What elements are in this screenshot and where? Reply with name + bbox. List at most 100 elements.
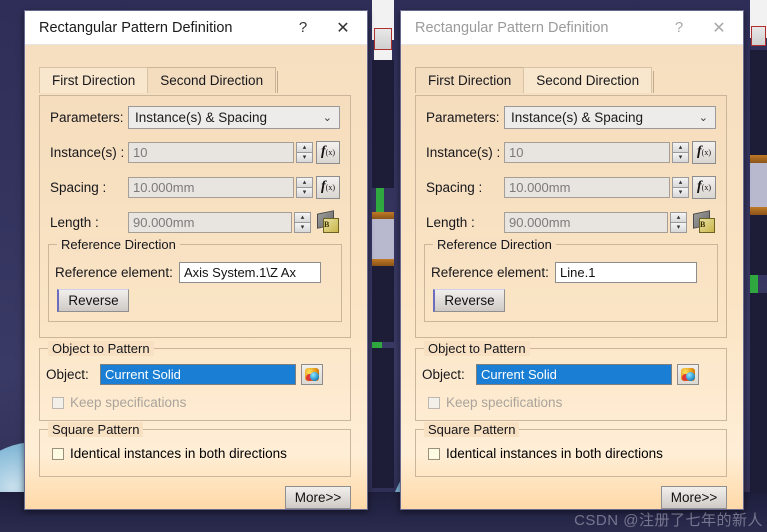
spacing-row-left: Spacing : 10.000mm ▴ ▾ f(x)	[50, 174, 340, 200]
tab-first-direction-right[interactable]: First Direction	[415, 67, 524, 93]
stepper-down-icon[interactable]: ▾	[296, 152, 313, 163]
parameters-select-left[interactable]: Instance(s) & Spacing ⌄	[128, 106, 340, 129]
stepper-up-icon[interactable]: ▴	[670, 212, 687, 222]
cad-model-strip-center	[372, 0, 394, 532]
checkbox-box-icon	[52, 448, 64, 460]
fx-sub-label: (x)	[702, 148, 711, 157]
length-input-left[interactable]: 90.000mm	[128, 212, 292, 233]
object-to-pattern-group-right: Object to Pattern Object: Current Solid …	[415, 348, 727, 421]
rectangular-pattern-dialog-first-direction[interactable]: Rectangular Pattern Definition ? ✕ First…	[24, 10, 368, 510]
stepper-down-icon[interactable]: ▾	[670, 222, 687, 233]
instances-input-right[interactable]: 10	[504, 142, 670, 163]
reference-element-input-right[interactable]: Line.1	[555, 262, 697, 283]
length-solid-icon-button-right[interactable]: B	[690, 210, 716, 234]
reference-element-row-left: Reference element: Axis System.1\Z Ax	[55, 259, 333, 285]
parameters-row-left: Parameters: Instance(s) & Spacing ⌄	[50, 104, 340, 130]
spacing-stepper-right[interactable]: ▴ ▾	[672, 177, 689, 198]
stepper-down-icon[interactable]: ▾	[296, 187, 313, 198]
stepper-up-icon[interactable]: ▴	[296, 142, 313, 152]
dialog-body-right: First Direction Second Direction Paramet…	[401, 45, 743, 509]
instances-label-right: Instance(s) :	[426, 145, 504, 160]
spacing-formula-button-left[interactable]: f(x)	[316, 176, 340, 199]
length-stepper-right[interactable]: ▴ ▾	[670, 212, 687, 233]
instances-stepper-right[interactable]: ▴ ▾	[672, 142, 689, 163]
fx-sub-label: (x)	[326, 148, 335, 157]
tab-trailing-divider-left	[277, 71, 280, 93]
instances-row-left: Instance(s) : 10 ▴ ▾ f(x)	[50, 139, 340, 165]
keep-specifications-checkbox-right[interactable]: Keep specifications	[428, 395, 562, 410]
reference-direction-group-right: Reference Direction Reference element: L…	[424, 244, 718, 322]
length-row-right: Length : 90.000mm ▴ ▾ B	[426, 209, 716, 235]
chevron-down-icon: ⌄	[323, 111, 332, 124]
object-icon-globe	[686, 372, 695, 381]
fx-sub-label: (x)	[702, 183, 711, 192]
tab-page-right: Parameters: Instance(s) & Spacing ⌄ Inst…	[415, 95, 727, 338]
dialog-titlebar-right[interactable]: Rectangular Pattern Definition ? ✕	[401, 11, 743, 45]
dialog-title-right: Rectangular Pattern Definition	[415, 20, 659, 36]
stepper-up-icon[interactable]: ▴	[294, 212, 311, 222]
instances-input-left[interactable]: 10	[128, 142, 294, 163]
parameters-select-value-left: Instance(s) & Spacing	[135, 110, 267, 125]
tab-first-direction-left[interactable]: First Direction	[39, 67, 148, 93]
parameters-select-right[interactable]: Instance(s) & Spacing ⌄	[504, 106, 716, 129]
reference-element-label-right: Reference element:	[431, 265, 555, 280]
stepper-up-icon[interactable]: ▴	[296, 177, 313, 187]
reverse-button-right[interactable]: Reverse	[433, 289, 505, 312]
tab-page-left: Parameters: Instance(s) & Spacing ⌄ Inst…	[39, 95, 351, 338]
direction-tabs-left: First Direction Second Direction	[39, 67, 280, 93]
help-icon[interactable]: ?	[659, 13, 699, 43]
stepper-up-icon[interactable]: ▴	[672, 142, 689, 152]
dialog-titlebar-left[interactable]: Rectangular Pattern Definition ? ✕	[25, 11, 367, 45]
identical-instances-checkbox-right[interactable]: Identical instances in both directions	[428, 446, 663, 461]
object-picker-button-right[interactable]	[677, 364, 699, 385]
object-to-pattern-group-left: Object to Pattern Object: Current Solid …	[39, 348, 351, 421]
reverse-button-left[interactable]: Reverse	[57, 289, 129, 312]
length-stepper-left[interactable]: ▴ ▾	[294, 212, 311, 233]
close-icon[interactable]: ✕	[699, 13, 739, 43]
stepper-down-icon[interactable]: ▾	[294, 222, 311, 233]
object-to-pattern-legend-left: Object to Pattern	[48, 341, 154, 356]
checkbox-box-icon	[52, 397, 64, 409]
checkbox-box-icon	[428, 397, 440, 409]
spacing-stepper-left[interactable]: ▴ ▾	[296, 177, 313, 198]
square-pattern-group-right: Square Pattern Identical instances in bo…	[415, 429, 727, 477]
keep-specifications-label-right: Keep specifications	[446, 395, 562, 410]
spacing-label-right: Spacing :	[426, 180, 504, 195]
length-input-right[interactable]: 90.000mm	[504, 212, 668, 233]
more-button-right[interactable]: More>>	[661, 486, 727, 509]
tab-trailing-divider-right	[653, 71, 656, 93]
reference-direction-group-left: Reference Direction Reference element: A…	[48, 244, 342, 322]
instances-formula-button-right[interactable]: f(x)	[692, 141, 716, 164]
square-pattern-group-left: Square Pattern Identical instances in bo…	[39, 429, 351, 477]
fx-sub-label: (x)	[326, 183, 335, 192]
stepper-down-icon[interactable]: ▾	[672, 187, 689, 198]
more-button-left[interactable]: More>>	[285, 486, 351, 509]
stepper-up-icon[interactable]: ▴	[672, 177, 689, 187]
direction-tabs-right: First Direction Second Direction	[415, 67, 656, 93]
stepper-down-icon[interactable]: ▾	[672, 152, 689, 163]
spacing-input-left[interactable]: 10.000mm	[128, 177, 294, 198]
help-icon[interactable]: ?	[283, 13, 323, 43]
close-icon[interactable]: ✕	[323, 13, 363, 43]
object-input-left[interactable]: Current Solid	[100, 364, 296, 385]
instances-formula-button-left[interactable]: f(x)	[316, 141, 340, 164]
tab-second-direction-right[interactable]: Second Direction	[523, 67, 652, 93]
object-label-right: Object:	[422, 367, 476, 382]
tab-second-direction-left[interactable]: Second Direction	[147, 67, 276, 93]
keep-specifications-checkbox-left[interactable]: Keep specifications	[52, 395, 186, 410]
rectangular-pattern-dialog-second-direction[interactable]: Rectangular Pattern Definition ? ✕ First…	[400, 10, 744, 510]
checkbox-box-icon	[428, 448, 440, 460]
object-picker-button-left[interactable]	[301, 364, 323, 385]
screenshot-root: Rectangular Pattern Definition ? ✕ First…	[0, 0, 767, 532]
parameters-label-right: Parameters:	[426, 110, 504, 125]
length-label-right: Length :	[426, 215, 504, 230]
instances-stepper-left[interactable]: ▴ ▾	[296, 142, 313, 163]
object-input-right[interactable]: Current Solid	[476, 364, 672, 385]
spacing-formula-button-right[interactable]: f(x)	[692, 176, 716, 199]
reference-element-row-right: Reference element: Line.1	[431, 259, 709, 285]
spacing-input-right[interactable]: 10.000mm	[504, 177, 670, 198]
reference-direction-legend-left: Reference Direction	[57, 237, 180, 252]
reference-element-input-left[interactable]: Axis System.1\Z Ax	[179, 262, 321, 283]
length-solid-icon-button-left[interactable]: B	[314, 210, 340, 234]
identical-instances-checkbox-left[interactable]: Identical instances in both directions	[52, 446, 287, 461]
